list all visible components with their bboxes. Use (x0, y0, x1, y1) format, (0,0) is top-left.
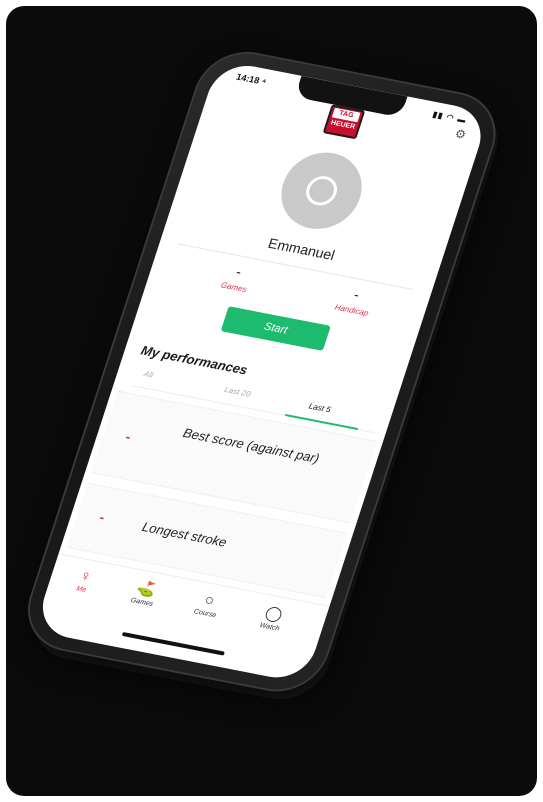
phone-device: 14:18 ⁴ ▮▮ ◠ ▬ TAG HEUER ⚙ Emmanuel - Ga… (17, 46, 506, 698)
tag-heuer-logo: TAG HEUER (322, 104, 366, 140)
best-score-label: Best score (against par) (181, 425, 322, 466)
longest-stroke-value: - (97, 508, 107, 525)
best-score-value: - (123, 428, 134, 445)
status-time: 14:18 ⁴ (235, 71, 268, 87)
nav-me[interactable]: ♀ Me (56, 563, 113, 597)
start-button[interactable]: Start (220, 306, 331, 351)
gear-icon[interactable]: ⚙ (453, 127, 468, 142)
handicap-stat: - Handicap (296, 276, 413, 325)
photo-background: 14:18 ⁴ ▮▮ ◠ ▬ TAG HEUER ⚙ Emmanuel - Ga… (6, 6, 537, 796)
profile-icon (302, 173, 341, 208)
longest-stroke-label: Longest stroke (140, 519, 229, 550)
nav-course[interactable]: ○ Course (179, 587, 236, 621)
nav-games[interactable]: ⛳ Games (116, 575, 173, 610)
tab-last-5[interactable]: Last 5 (308, 402, 332, 415)
tab-last-20[interactable]: Last 20 (223, 385, 252, 399)
tab-all[interactable]: All (143, 369, 155, 379)
games-stat: - Games (178, 253, 295, 302)
avatar[interactable] (271, 145, 372, 236)
status-icons: ▮▮ ◠ ▬ (431, 109, 468, 125)
nav-watch[interactable]: ◯ Watch (244, 600, 301, 635)
